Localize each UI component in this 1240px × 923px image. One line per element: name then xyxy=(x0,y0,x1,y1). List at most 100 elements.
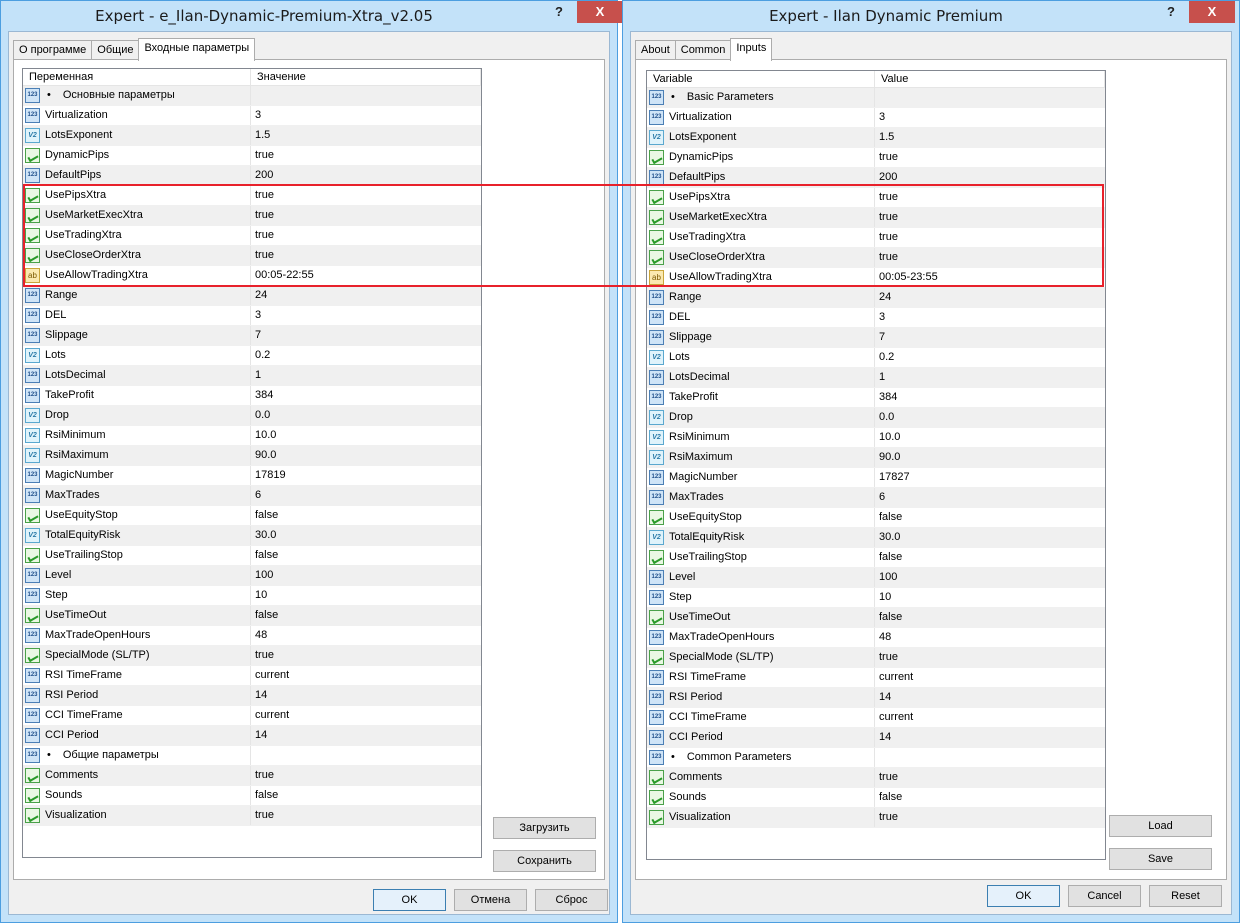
parameter-row[interactable]: SpecialMode (SL/TP) true xyxy=(23,646,481,666)
parameter-value[interactable]: true xyxy=(875,228,1105,247)
parameter-row[interactable]: 123 MaxTrades 6 xyxy=(647,488,1105,508)
parameter-value[interactable]: 0.0 xyxy=(251,406,481,425)
parameter-row[interactable]: Comments true xyxy=(23,766,481,786)
parameter-row[interactable]: 123 DefaultPips 200 xyxy=(647,168,1105,188)
parameter-row[interactable]: Sounds false xyxy=(23,786,481,806)
help-button[interactable]: ? xyxy=(543,1,575,23)
parameter-value[interactable]: 200 xyxy=(875,168,1105,187)
parameter-value[interactable]: 48 xyxy=(251,626,481,645)
parameter-row[interactable]: UseTrailingStop false xyxy=(23,546,481,566)
parameters-grid[interactable]: Variable Value 123 • Basic Parameters 123 Vi… xyxy=(646,70,1106,860)
parameter-row[interactable]: 123 DefaultPips 200 xyxy=(23,166,481,186)
parameter-value[interactable]: false xyxy=(875,508,1105,527)
parameter-value[interactable]: true xyxy=(875,148,1105,167)
reset-button[interactable]: Сброс xyxy=(535,889,608,911)
parameter-row[interactable]: UseTradingXtra true xyxy=(23,226,481,246)
parameter-value[interactable]: 6 xyxy=(251,486,481,505)
section-row[interactable]: 123 • Common Parameters xyxy=(647,748,1105,768)
parameter-value[interactable]: current xyxy=(251,706,481,725)
parameter-row[interactable]: UseTimeOut false xyxy=(23,606,481,626)
parameter-row[interactable]: 123 Range 24 xyxy=(647,288,1105,308)
parameter-row[interactable]: DynamicPips true xyxy=(23,146,481,166)
parameter-value[interactable]: 10.0 xyxy=(251,426,481,445)
parameter-value[interactable]: true xyxy=(251,146,481,165)
parameter-value[interactable]: 14 xyxy=(875,688,1105,707)
parameter-value[interactable]: false xyxy=(251,786,481,805)
parameter-value[interactable]: false xyxy=(875,788,1105,807)
load-button[interactable]: Load xyxy=(1109,815,1212,837)
parameter-row[interactable]: 123 TakeProfit 384 xyxy=(647,388,1105,408)
parameter-row[interactable]: 123 Level 100 xyxy=(647,568,1105,588)
parameter-row[interactable]: UseCloseOrderXtra true xyxy=(23,246,481,266)
parameter-row[interactable]: 123 RSI TimeFrame current xyxy=(647,668,1105,688)
parameter-row[interactable]: 123 Level 100 xyxy=(23,566,481,586)
parameter-value[interactable]: true xyxy=(875,248,1105,267)
tab-common[interactable]: Common xyxy=(674,40,732,60)
parameter-value[interactable]: false xyxy=(251,546,481,565)
parameter-value[interactable]: true xyxy=(875,188,1105,207)
parameter-value[interactable]: current xyxy=(875,708,1105,727)
parameter-value[interactable]: 17827 xyxy=(875,468,1105,487)
reset-button[interactable]: Reset xyxy=(1149,885,1222,907)
parameter-value[interactable]: 0.0 xyxy=(875,408,1105,427)
parameter-row[interactable]: 123 TakeProfit 384 xyxy=(23,386,481,406)
parameter-row[interactable]: Sounds false xyxy=(647,788,1105,808)
parameter-row[interactable]: 123 RSI Period 14 xyxy=(647,688,1105,708)
parameter-value[interactable]: true xyxy=(251,766,481,785)
parameter-row[interactable]: V2 Lots 0.2 xyxy=(23,346,481,366)
column-header-value[interactable]: Значение xyxy=(251,69,481,85)
parameter-value[interactable]: true xyxy=(251,646,481,665)
parameter-value[interactable]: 1 xyxy=(251,366,481,385)
parameter-row[interactable]: 123 CCI TimeFrame current xyxy=(23,706,481,726)
ok-button[interactable]: OK xyxy=(373,889,446,911)
close-button[interactable]: X xyxy=(577,1,623,23)
parameter-row[interactable]: UseEquityStop false xyxy=(23,506,481,526)
parameter-row[interactable]: 123 RSI Period 14 xyxy=(23,686,481,706)
parameter-row[interactable]: SpecialMode (SL/TP) true xyxy=(647,648,1105,668)
parameter-value[interactable]: 10 xyxy=(875,588,1105,607)
title-bar[interactable]: Expert - Ilan Dynamic Premium ? X xyxy=(623,1,1239,31)
parameter-value[interactable]: false xyxy=(251,606,481,625)
parameter-row[interactable]: UseEquityStop false xyxy=(647,508,1105,528)
parameter-value[interactable]: true xyxy=(251,226,481,245)
parameter-row[interactable]: 123 MaxTrades 6 xyxy=(23,486,481,506)
tab-inputs[interactable]: Входные параметры xyxy=(138,38,256,61)
parameter-value[interactable]: 14 xyxy=(251,686,481,705)
parameter-value[interactable]: true xyxy=(251,806,481,825)
parameter-value[interactable]: 14 xyxy=(875,728,1105,747)
parameter-value[interactable]: 0.2 xyxy=(251,346,481,365)
parameter-value[interactable]: 90.0 xyxy=(875,448,1105,467)
parameter-row[interactable]: UseMarketExecXtra true xyxy=(23,206,481,226)
parameter-row[interactable]: 123 Slippage 7 xyxy=(647,328,1105,348)
parameter-value[interactable]: 7 xyxy=(875,328,1105,347)
close-button[interactable]: X xyxy=(1189,1,1235,23)
parameter-row[interactable]: 123 CCI Period 14 xyxy=(23,726,481,746)
section-row[interactable]: 123 • Основные параметры xyxy=(23,86,481,106)
parameter-value[interactable]: 1 xyxy=(875,368,1105,387)
parameter-value[interactable]: current xyxy=(251,666,481,685)
section-row[interactable]: 123 • Общие параметры xyxy=(23,746,481,766)
parameter-row[interactable]: UsePipsXtra true xyxy=(23,186,481,206)
parameter-value[interactable]: current xyxy=(875,668,1105,687)
parameter-value[interactable]: 17819 xyxy=(251,466,481,485)
parameter-row[interactable]: 123 Virtualization 3 xyxy=(23,106,481,126)
parameter-row[interactable]: ab UseAllowTradingXtra 00:05-22:55 xyxy=(23,266,481,286)
parameter-row[interactable]: ab UseAllowTradingXtra 00:05-23:55 xyxy=(647,268,1105,288)
parameter-row[interactable]: 123 Slippage 7 xyxy=(23,326,481,346)
parameter-value[interactable]: 100 xyxy=(875,568,1105,587)
parameter-row[interactable]: V2 RsiMaximum 90.0 xyxy=(23,446,481,466)
parameter-value[interactable]: true xyxy=(251,206,481,225)
parameter-row[interactable]: 123 CCI TimeFrame current xyxy=(647,708,1105,728)
section-row[interactable]: 123 • Basic Parameters xyxy=(647,88,1105,108)
column-header-variable[interactable]: Переменная xyxy=(23,69,251,85)
parameter-row[interactable]: Comments true xyxy=(647,768,1105,788)
parameter-value[interactable]: 30.0 xyxy=(875,528,1105,547)
tab-about[interactable]: О программе xyxy=(13,40,93,60)
parameter-row[interactable]: UseTradingXtra true xyxy=(647,228,1105,248)
parameter-row[interactable]: V2 TotalEquityRisk 30.0 xyxy=(647,528,1105,548)
parameter-value[interactable]: 10 xyxy=(251,586,481,605)
cancel-button[interactable]: Отмена xyxy=(454,889,527,911)
parameter-value[interactable]: 7 xyxy=(251,326,481,345)
parameter-value[interactable]: 384 xyxy=(251,386,481,405)
column-header-variable[interactable]: Variable xyxy=(647,71,875,87)
